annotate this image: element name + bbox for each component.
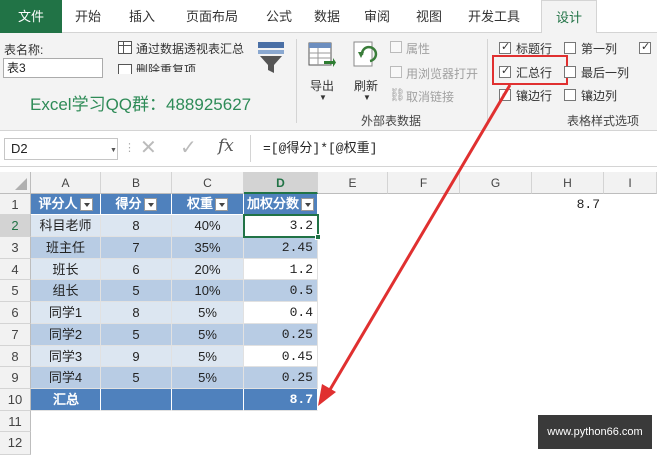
annotation-arrow bbox=[318, 84, 512, 406]
